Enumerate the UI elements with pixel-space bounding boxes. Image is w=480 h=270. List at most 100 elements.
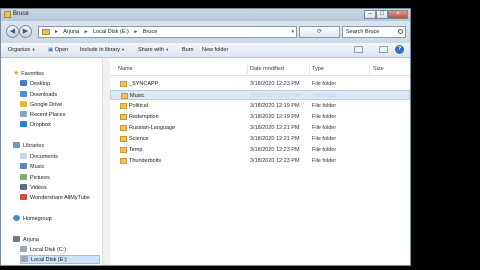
breadcrumb-arjuna[interactable]: Arjuna: [63, 29, 79, 35]
column-divider[interactable]: [309, 65, 310, 74]
breadcrumb-bruce[interactable]: Bruce: [143, 29, 157, 35]
file-type: File folder: [312, 136, 337, 142]
folder-icon: [120, 114, 127, 120]
sidebar-item-desktop[interactable]: Desktop: [20, 80, 50, 87]
folder-icon: [4, 11, 11, 18]
share-with-button[interactable]: Share with ▾: [138, 47, 168, 53]
folder-icon: [120, 103, 127, 109]
column-date-modified[interactable]: Date modified: [250, 66, 284, 72]
forward-button[interactable]: ▶: [19, 25, 32, 38]
sidebar-item-local-disk-c[interactable]: Local Disk (C:): [20, 246, 66, 253]
title-bar[interactable]: Bruce – □ ×: [1, 9, 410, 21]
new-folder-button[interactable]: New folder: [202, 47, 228, 53]
file-name: Science: [129, 136, 149, 142]
pane-splitter[interactable]: [102, 58, 110, 265]
sidebar-item-homegroup[interactable]: Homegroup: [13, 215, 52, 222]
table-row[interactable]: Redemption 3/18/2020 12:19 PM File folder: [110, 112, 410, 122]
sidebar-item-label: Music: [30, 164, 45, 170]
column-divider[interactable]: [369, 65, 370, 74]
help-icon[interactable]: ?: [395, 45, 404, 54]
sidebar-item-downloads[interactable]: Downloads: [20, 91, 57, 98]
file-name: _SYNCAPP: [129, 81, 159, 87]
computer-icon: [13, 236, 20, 242]
refresh-button[interactable]: ⟳: [299, 26, 340, 38]
folder-icon: [120, 125, 127, 131]
file-date: 3/18/2020 12:23 PM: [250, 147, 300, 153]
sidebar-item-label: Documents: [30, 154, 58, 160]
chevron-down-icon: ▾: [32, 47, 35, 52]
file-date: 3/18/2020 12:19 PM: [250, 103, 300, 109]
table-row[interactable]: Russian-Language 3/18/2020 12:21 PM File f…: [110, 123, 410, 133]
table-row[interactable]: Thunderbolts 3/18/2020 12:23 PM File folde…: [110, 156, 410, 166]
folder-icon: [121, 93, 128, 99]
column-divider[interactable]: [247, 65, 248, 74]
sidebar-item-computer[interactable]: Arjuna: [13, 236, 39, 243]
breadcrumb: ► Arjuna ► Local Disk (E:) ► Bruce: [54, 29, 160, 35]
file-type: File folder: [313, 93, 338, 99]
sidebar-item-label: Pictures: [30, 175, 50, 181]
file-name: Temp: [129, 147, 143, 153]
maximize-button[interactable]: □: [376, 10, 388, 19]
minimize-button[interactable]: –: [364, 10, 376, 19]
sidebar-item-local-disk-e[interactable]: Local Disk (E:): [20, 255, 100, 264]
drive-icon: [21, 256, 28, 262]
column-size[interactable]: Size: [373, 66, 384, 72]
file-date: 3/18/2020 12:23 PM: [250, 81, 300, 87]
table-row[interactable]: _SYNCAPP 3/18/2020 12:23 PM File folder: [110, 79, 410, 89]
include-in-library-label: Include in library: [80, 47, 121, 53]
search-icon: [398, 29, 403, 34]
sidebar-item-music[interactable]: Music: [20, 163, 44, 170]
view-options-icon[interactable]: [354, 46, 363, 53]
table-row[interactable]: Music 3/18/2020 12:23 PM File folder: [110, 90, 410, 100]
column-header-row: Name Date modified Type Size: [110, 64, 410, 76]
column-name[interactable]: Name: [118, 66, 133, 72]
sidebar-item-recent-places[interactable]: Recent Places: [20, 111, 65, 118]
table-row[interactable]: Temp 3/18/2020 12:23 PM File folder: [110, 145, 410, 155]
sidebar-item-label: Wondershare AllMyTube: [30, 195, 90, 201]
file-name: Music: [130, 93, 145, 99]
open-label: Open: [54, 47, 69, 53]
organize-button[interactable]: Organize ▾: [8, 47, 35, 53]
google-drive-icon: [20, 101, 27, 107]
burn-label: Burn: [182, 47, 194, 53]
chevron-down-icon: ▾: [166, 47, 169, 52]
sidebar-item-libraries[interactable]: Libraries: [13, 142, 44, 149]
folder-icon: [120, 147, 127, 153]
table-row[interactable]: Political 3/18/2020 12:19 PM File folder: [110, 101, 410, 111]
explorer-window: Bruce – □ × ◀ ▶ ► Arjuna ► Local Disk (E…: [0, 8, 411, 266]
preview-pane-icon[interactable]: [379, 46, 388, 53]
sidebar-item-favorites[interactable]: ★ Favorites: [13, 69, 44, 77]
refresh-icon: ⟳: [316, 29, 323, 35]
column-type[interactable]: Type: [312, 66, 324, 72]
libraries-label: Libraries: [23, 143, 45, 149]
chevron-down-icon[interactable]: ▾: [291, 29, 294, 35]
sidebar-item-wondershare[interactable]: Wondershare AllMyTube: [20, 194, 90, 201]
sidebar-item-dropbox[interactable]: Dropbox: [20, 121, 51, 128]
sidebar-item-documents[interactable]: Documents: [20, 153, 58, 160]
file-name: Thunderbolts: [129, 158, 162, 164]
breadcrumb-local-disk-e[interactable]: Local Disk (E:): [93, 29, 129, 35]
search-input[interactable]: Search Bruce: [342, 26, 406, 38]
close-button[interactable]: ×: [388, 10, 408, 19]
window-title: Bruce: [13, 11, 29, 17]
share-with-label: Share with: [138, 47, 164, 53]
navigation-pane: ★ Favorites Desktop Downloads Google Driv…: [1, 58, 102, 265]
sidebar-item-google-drive[interactable]: Google Drive: [20, 101, 62, 108]
burn-button[interactable]: Burn: [182, 47, 194, 53]
table-row[interactable]: Science 3/18/2020 12:21 PM File folder: [110, 134, 410, 144]
file-name: Political: [129, 103, 148, 109]
file-type: File folder: [312, 81, 337, 87]
file-type: File folder: [312, 114, 337, 120]
sidebar-item-pictures[interactable]: Pictures: [20, 174, 50, 181]
libraries-icon: [13, 142, 20, 148]
open-button[interactable]: ▣ Open: [48, 47, 68, 53]
sidebar-item-videos[interactable]: Videos: [20, 184, 47, 191]
file-type: File folder: [312, 147, 337, 153]
file-date: 3/18/2020 12:21 PM: [250, 125, 300, 131]
organize-label: Organize: [8, 47, 31, 53]
sidebar-item-label: Videos: [30, 185, 47, 191]
back-button[interactable]: ◀: [6, 25, 19, 38]
homegroup-label: Homegroup: [23, 216, 52, 222]
address-bar[interactable]: ► Arjuna ► Local Disk (E:) ► Bruce ▾: [38, 26, 297, 38]
include-in-library-button[interactable]: Include in library ▾: [80, 47, 124, 53]
